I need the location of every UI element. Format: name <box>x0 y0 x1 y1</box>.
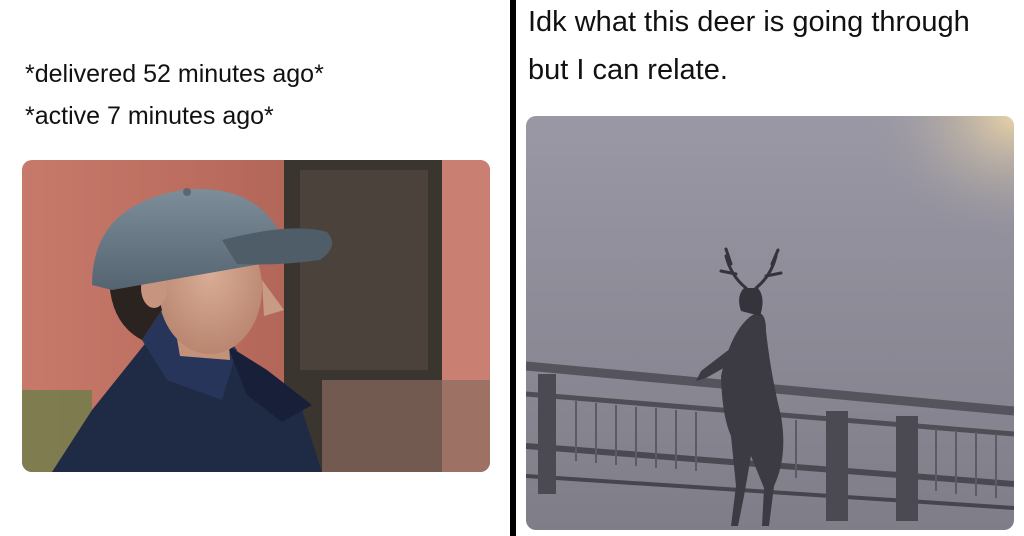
deer-caption-line2: but I can relate. <box>528 54 728 86</box>
deer-caption-line1: Idk what this deer is going through <box>528 6 970 38</box>
left-meme-panel: *delivered 52 minutes ago* *active 7 min… <box>0 0 510 536</box>
active-caption: *active 7 minutes ago* <box>25 102 274 130</box>
delivered-caption: *delivered 52 minutes ago* <box>25 60 324 88</box>
right-meme-panel: Idk what this deer is going through but … <box>516 0 1024 536</box>
deer-on-bridge-photo <box>526 116 1014 530</box>
man-in-cap-photo <box>22 160 490 472</box>
